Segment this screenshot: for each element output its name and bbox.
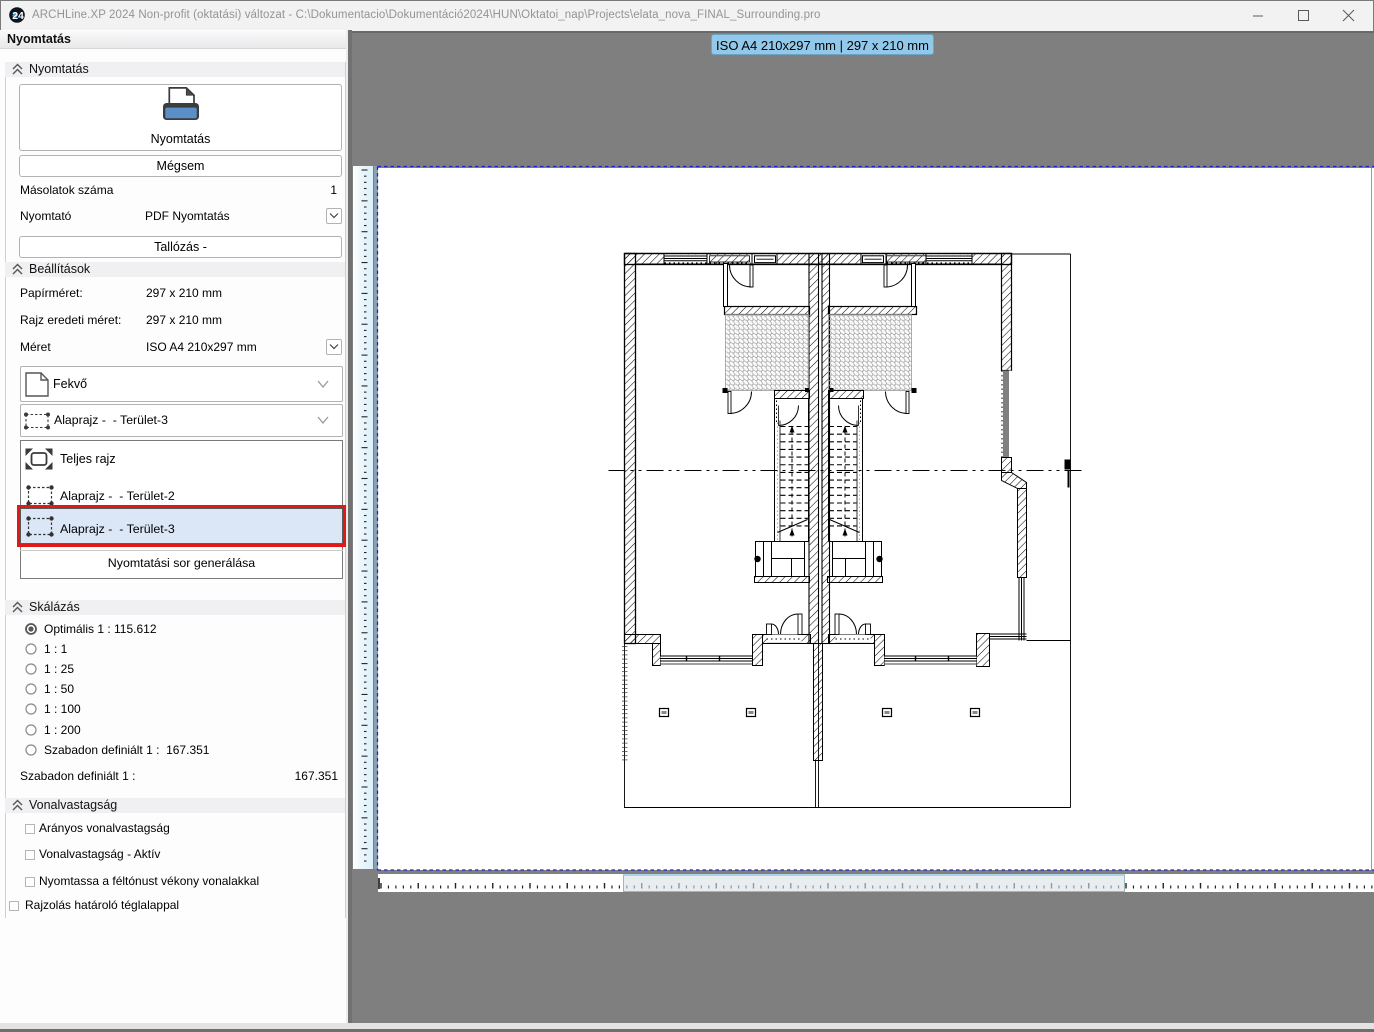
svg-text:24: 24	[12, 10, 24, 22]
